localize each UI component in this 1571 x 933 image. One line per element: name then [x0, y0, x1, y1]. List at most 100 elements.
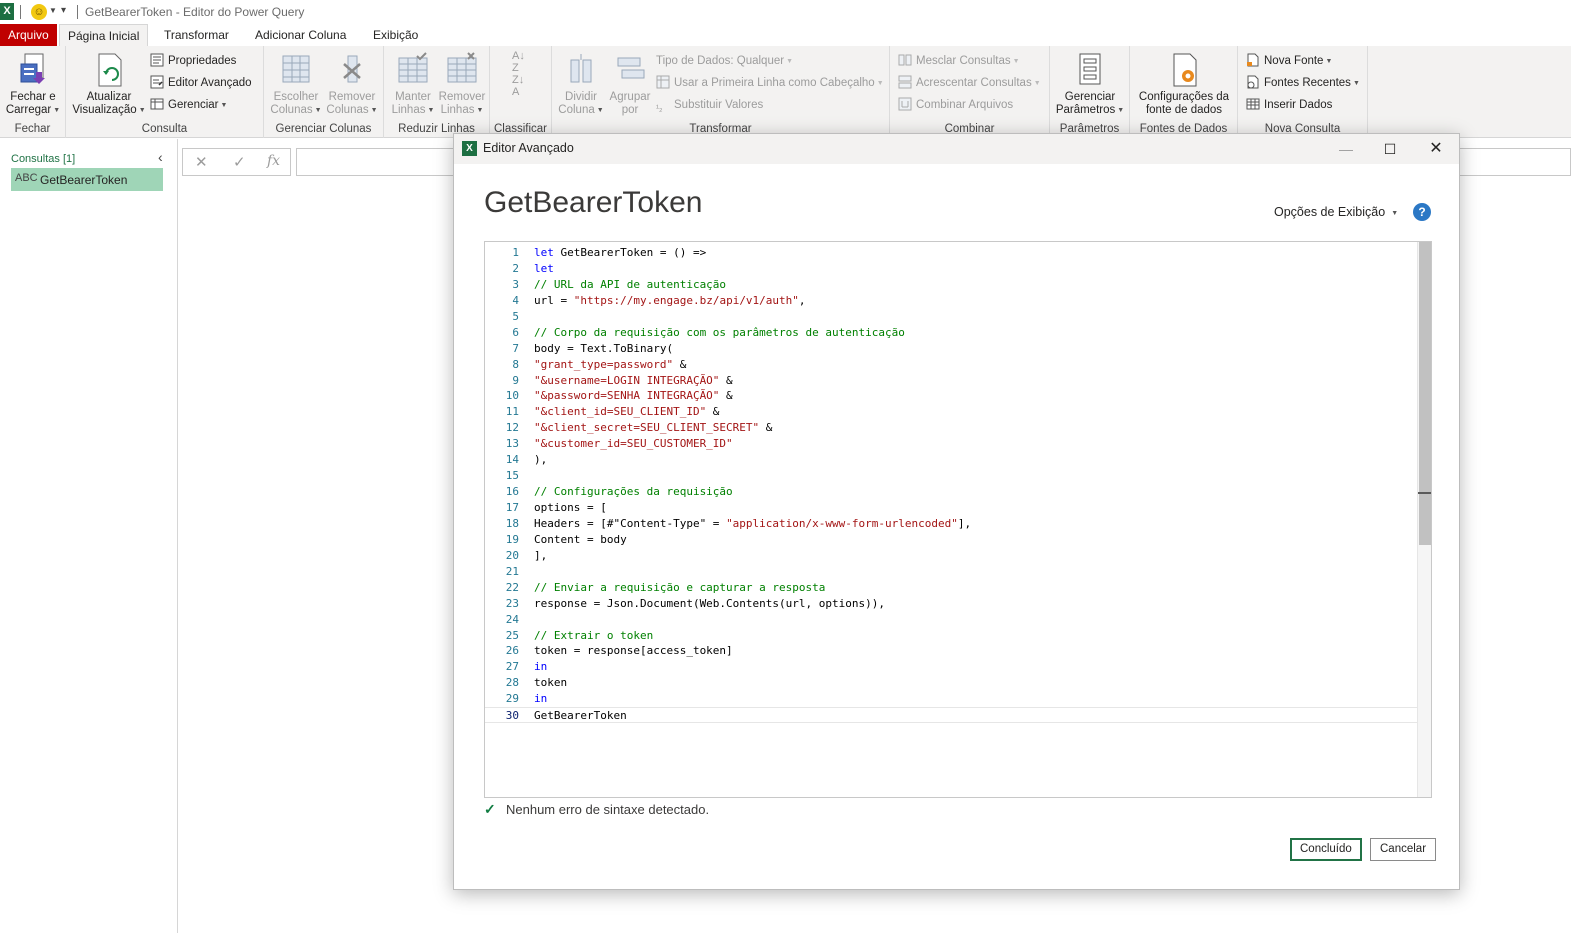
code-line[interactable]: 1 let GetBearerToken = () =>: [485, 245, 1417, 261]
code-line[interactable]: 9 "&username=LOGIN INTEGRAÇÃO" &: [485, 373, 1417, 389]
line-code: ],: [534, 548, 547, 564]
code-line[interactable]: 22 // Enviar a requisição e capturar a re…: [485, 580, 1417, 596]
code-line[interactable]: 12 "&client_secret=SEU_CLIENT_SECRET" &: [485, 420, 1417, 436]
fx-icon[interactable]: fx: [267, 153, 280, 169]
view-options-dropdown[interactable]: Opções de Exibição ▼: [1274, 205, 1398, 219]
line-code: url = "https://my.engage.bz/api/v1/auth"…: [534, 293, 806, 309]
code-line[interactable]: 16 // Configurações da requisição: [485, 484, 1417, 500]
code-line[interactable]: 10 "&password=SENHA INTEGRAÇÃO" &: [485, 388, 1417, 404]
recent-sources-button[interactable]: Fontes Recentes ▼: [1246, 74, 1360, 92]
code-line[interactable]: 24: [485, 612, 1417, 628]
done-button[interactable]: Concluído: [1290, 838, 1362, 861]
split-column-icon: [570, 54, 592, 83]
feedback-smiley-icon[interactable]: ☺: [31, 4, 47, 20]
code-line[interactable]: 17 options = [: [485, 500, 1417, 516]
properties-button[interactable]: Propriedades: [150, 52, 236, 70]
quick-access-toolbar-icon[interactable]: ▾: [61, 5, 66, 16]
code-token: "&username=LOGIN INTEGRAÇÃO": [534, 373, 720, 387]
enter-data-button[interactable]: Inserir Dados: [1246, 96, 1332, 114]
code-token: // Configurações da requisição: [534, 485, 733, 499]
remove-columns-button[interactable]: Remover Colunas ▼: [324, 52, 380, 117]
minimize-icon[interactable]: —: [1329, 137, 1363, 161]
merge-queries-icon: [898, 54, 912, 66]
code-line[interactable]: 28 token: [485, 675, 1417, 691]
close-icon[interactable]: ✕: [1419, 137, 1453, 161]
line-code: // Corpo da requisição com os parâmetros…: [534, 325, 905, 341]
group-combinar: Mesclar Consultas ▼ Acrescentar Consultas…: [890, 46, 1050, 138]
data-type-dropdown[interactable]: Tipo de Dados: Qualquer ▼: [656, 52, 793, 70]
code-line[interactable]: 6 // Corpo da requisição com os parâmetro…: [485, 325, 1417, 341]
choose-columns-button[interactable]: Escolher Colunas ▼: [268, 52, 324, 117]
merge-queries-button[interactable]: Mesclar Consultas ▼: [898, 52, 1020, 70]
manage-button[interactable]: Gerenciar ▼: [150, 96, 227, 114]
use-first-row-as-headers-button[interactable]: Usar a Primeira Linha como Cabeçalho ▼: [656, 74, 884, 92]
help-icon[interactable]: ?: [1413, 203, 1431, 221]
code-line[interactable]: 3 // URL da API de autenticação: [485, 277, 1417, 293]
advanced-editor-dialog: X Editor Avançado — ☐ ✕ GetBearerToken O…: [453, 133, 1460, 890]
tab-arquivo[interactable]: Arquivo: [0, 24, 57, 46]
line-code: token = response[access_token]: [534, 643, 733, 659]
line-code: "&client_secret=SEU_CLIENT_SECRET" &: [534, 420, 772, 436]
tab-pagina-inicial[interactable]: Página Inicial: [59, 24, 149, 46]
line-code: // URL da API de autenticação: [534, 277, 726, 293]
code-token: ],: [957, 516, 972, 530]
append-queries-label: Acrescentar Consultas: [916, 77, 1032, 89]
refresh-preview-button[interactable]: Atualizar Visualização ▼: [70, 52, 148, 117]
tab-adicionar-coluna[interactable]: Adicionar Coluna: [247, 24, 354, 46]
remove-rows-button[interactable]: Remover Linhas ▼: [436, 52, 488, 117]
close-and-load-label-2: Carregar: [5, 104, 52, 116]
cancel-button[interactable]: Cancelar: [1370, 838, 1437, 861]
code-line[interactable]: 23 response = Json.Document(Web.Contents(…: [485, 596, 1417, 612]
code-line[interactable]: 5: [485, 309, 1417, 325]
cancel-formula-icon[interactable]: ✕: [195, 153, 208, 171]
confirm-formula-icon[interactable]: ✓: [233, 153, 246, 171]
code-line[interactable]: 20],: [485, 548, 1417, 564]
code-line[interactable]: 19 Content = body: [485, 532, 1417, 548]
code-line[interactable]: 7 body = Text.ToBinary(: [485, 341, 1417, 357]
code-token: // Enviar a requisição e capturar a resp…: [534, 580, 826, 594]
chevron-down-icon[interactable]: ▼: [49, 6, 57, 15]
tab-exibicao[interactable]: Exibição: [365, 24, 426, 46]
collapse-pane-icon[interactable]: ‹: [158, 149, 163, 165]
tab-transformar[interactable]: Transformar: [156, 24, 237, 46]
code-line[interactable]: 27 in: [485, 659, 1417, 675]
data-source-settings-icon: [1173, 53, 1197, 87]
code-editor[interactable]: 1 let GetBearerToken = () => 2 let 3 // URL d…: [484, 241, 1432, 798]
code-line[interactable]: 13 "&customer_id=SEU_CUSTOMER_ID": [485, 436, 1417, 452]
code-token: "&customer_id=SEU_CUSTOMER_ID": [534, 437, 733, 451]
code-line[interactable]: 2 let: [485, 261, 1417, 277]
query-item[interactable]: ABC GetBearerToken: [11, 168, 163, 191]
sort-descending-button[interactable]: Z↓ A: [512, 74, 524, 98]
refresh-label-1: Atualizar: [86, 91, 132, 103]
code-line[interactable]: 15: [485, 468, 1417, 484]
advanced-editor-button[interactable]: Editor Avançado: [150, 74, 252, 92]
manage-parameters-button[interactable]: Gerenciar Parâmetros ▼: [1052, 52, 1128, 117]
code-token: let: [534, 246, 554, 259]
split-column-button[interactable]: Dividir Coluna ▼: [556, 52, 606, 117]
vertical-scrollbar[interactable]: [1417, 242, 1431, 797]
data-source-settings-button[interactable]: Configurações da fonte de dados: [1132, 52, 1236, 117]
code-lines: 1 let GetBearerToken = () => 2 let 3 // URL d…: [485, 245, 1417, 724]
code-line[interactable]: 8 "grant_type=password" &: [485, 357, 1417, 373]
scrollbar-thumb[interactable]: [1419, 242, 1431, 545]
code-line[interactable]: 18 Headers = [#"Content-Type" = "applicat…: [485, 516, 1417, 532]
code-line[interactable]: 25 // Extrair o token: [485, 628, 1417, 644]
code-line[interactable]: 26 token = response[access_token]: [485, 643, 1417, 659]
code-line[interactable]: 21: [485, 564, 1417, 580]
combine-files-button[interactable]: Combinar Arquivos: [898, 96, 1013, 114]
code-line[interactable]: 4 url = "https://my.engage.bz/api/v1/auth…: [485, 293, 1417, 309]
choose-columns-label-1: Escolher: [273, 91, 319, 103]
replace-values-button[interactable]: ¹₂ Substituir Valores: [656, 96, 763, 114]
code-line[interactable]: 30 GetBearerToken: [485, 707, 1417, 724]
append-queries-button[interactable]: Acrescentar Consultas ▼: [898, 74, 1041, 92]
close-and-load-button[interactable]: Fechar e Carregar ▼: [2, 52, 64, 117]
code-line[interactable]: 14),: [485, 452, 1417, 468]
keep-rows-button[interactable]: Manter Linhas ▼: [388, 52, 438, 117]
maximize-icon[interactable]: ☐: [1373, 137, 1407, 161]
code-token: token: [534, 676, 568, 690]
code-line[interactable]: 29 in: [485, 691, 1417, 707]
group-by-button[interactable]: Agrupar por: [606, 52, 654, 117]
new-source-button[interactable]: Nova Fonte ▼: [1246, 52, 1332, 70]
code-line[interactable]: 11 "&client_id=SEU_CLIENT_ID" &: [485, 404, 1417, 420]
sort-ascending-button[interactable]: A↓ Z: [512, 50, 525, 74]
